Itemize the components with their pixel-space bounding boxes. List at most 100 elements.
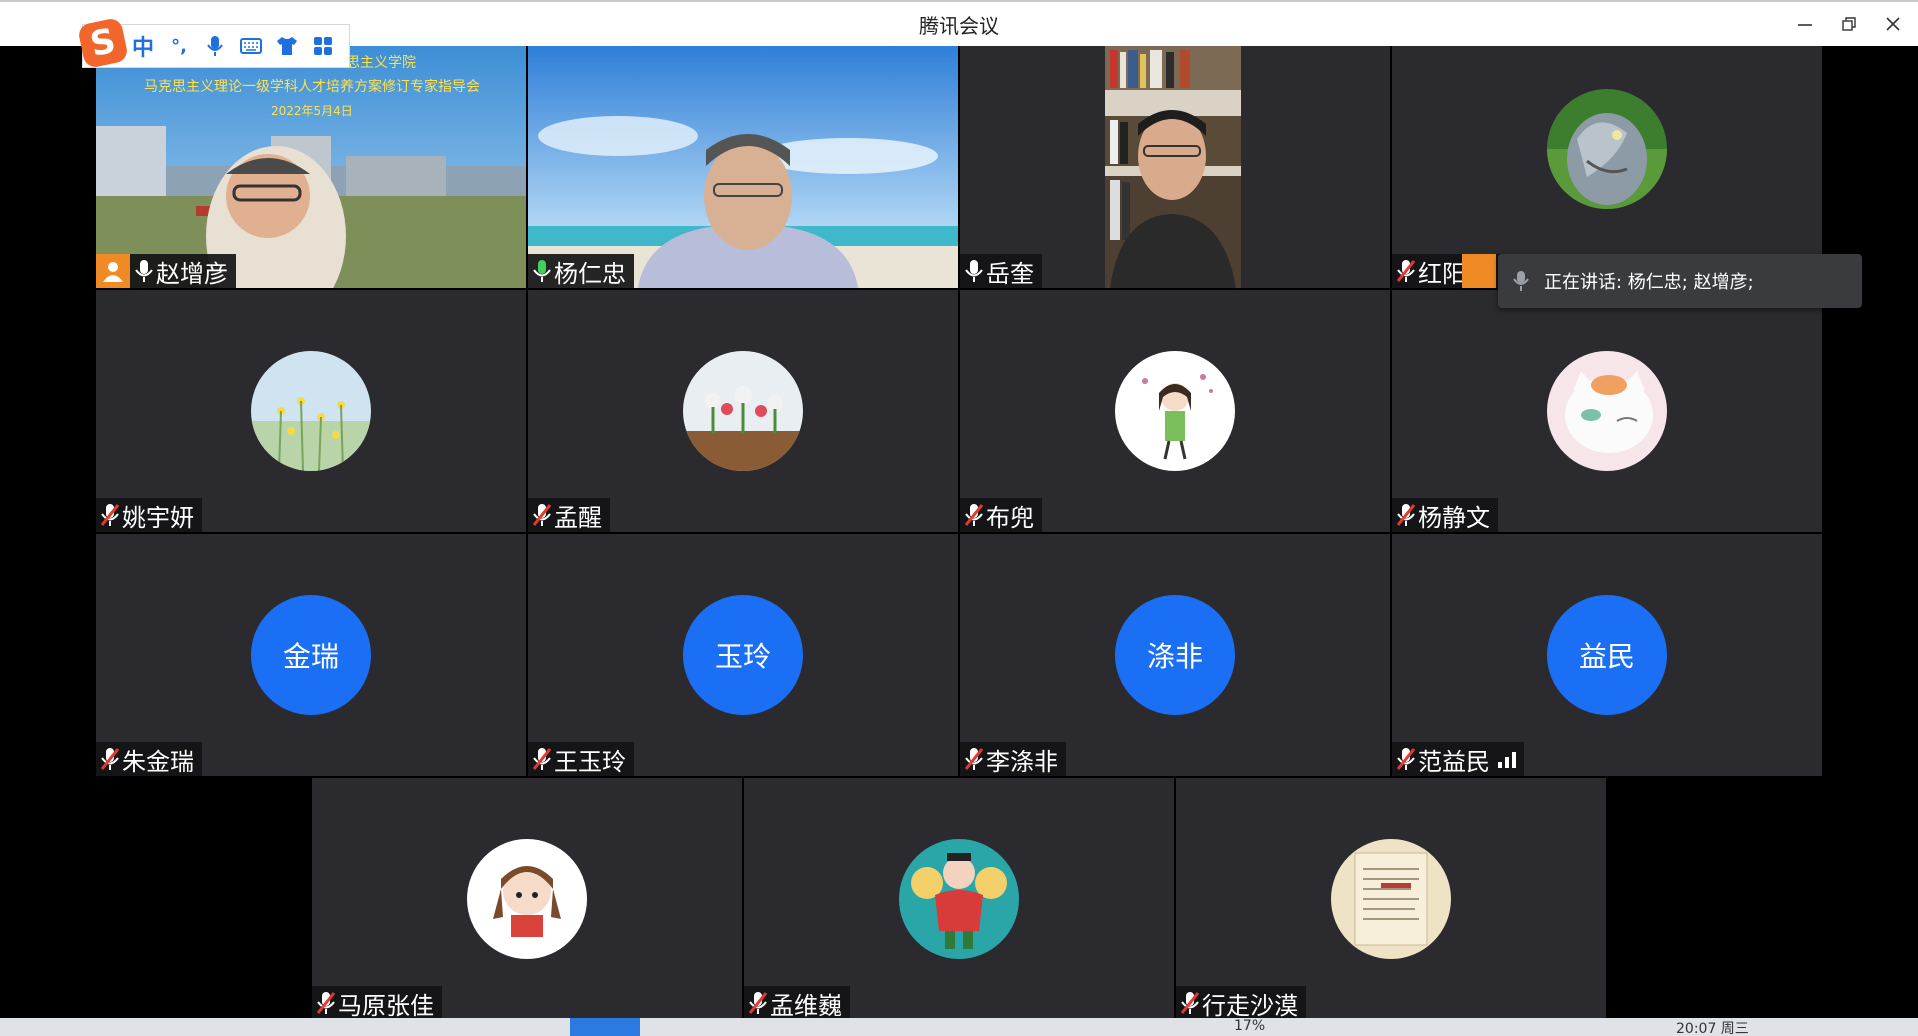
nameplate: 岳奎 <box>960 254 1042 288</box>
participant-name: 行走沙漠 <box>1202 991 1298 1020</box>
avatar-boy-fans <box>899 839 1019 959</box>
battery-level: 17% <box>1234 1018 1266 1034</box>
participant-name: 姚宇妍 <box>122 503 194 532</box>
avatar-doll <box>467 839 587 959</box>
participant-tile-mengxing[interactable]: 孟醒 <box>528 290 958 532</box>
avatar-cat <box>1547 351 1667 471</box>
participant-tile-mengweiwei[interactable]: 孟维巍 <box>744 778 1174 1020</box>
participant-tile-zhujinrui[interactable]: 金瑞 朱金瑞 <box>96 534 526 776</box>
avatar-initials: 涤非 <box>1115 595 1235 715</box>
slide-title-line1: 思主义学院 <box>346 55 416 71</box>
avatar-initials: 益民 <box>1547 595 1667 715</box>
nameplate: 姚宇妍 <box>96 498 202 532</box>
participant-name: 李涤非 <box>986 747 1058 776</box>
participant-name: 岳奎 <box>986 259 1034 288</box>
slide-title-line2: 马克思主义理论一级学科人才培养方案修订专家指导会 <box>144 79 480 95</box>
minimize-icon <box>1798 24 1812 26</box>
video-grid: 思主义学院 马克思主义理论一级学科人才培养方案修订专家指导会 2022年5月4日… <box>0 46 1918 1020</box>
mic-muted-icon <box>316 992 336 1014</box>
video-feed-ocean <box>528 46 958 288</box>
participant-name: 红阳 <box>1418 259 1466 288</box>
avatar-cartoon-girl <box>1115 351 1235 471</box>
participant-name: 孟醒 <box>554 503 602 532</box>
nameplate: 布兜 <box>960 498 1042 532</box>
participant-tile-yaoyuyan[interactable]: 姚宇妍 <box>96 290 526 532</box>
mic-muted-icon <box>964 504 984 526</box>
mic-muted-icon <box>748 992 768 1014</box>
ime-punct-toggle[interactable]: °, <box>161 31 197 61</box>
restore-button[interactable] <box>1827 2 1871 46</box>
mic-active-icon <box>533 260 551 282</box>
participant-tile-budou[interactable]: 布兜 <box>960 290 1390 532</box>
participant-name: 王玉玲 <box>554 747 626 776</box>
slide-date: 2022年5月4日 <box>271 104 353 118</box>
minimize-button[interactable] <box>1783 2 1827 46</box>
avatar-initials: 金瑞 <box>251 595 371 715</box>
mic-muted-icon <box>532 504 552 526</box>
mic-on-icon <box>965 260 983 282</box>
participant-tile-lidifei[interactable]: 涤非 李涤非 <box>960 534 1390 776</box>
video-feed-bookshelf <box>960 46 1390 288</box>
avatar-bird <box>1547 89 1667 209</box>
mic-muted-icon <box>100 748 120 770</box>
participant-name: 布兜 <box>986 503 1034 532</box>
network-signal-icon <box>1498 750 1516 768</box>
nameplate: 赵增彦 <box>96 254 236 288</box>
avatar-document <box>1331 839 1451 959</box>
mic-muted-icon <box>1396 260 1416 282</box>
mic-muted-icon <box>1396 504 1416 526</box>
sogou-logo-icon[interactable]: S <box>76 16 130 70</box>
mic-muted-icon <box>100 504 120 526</box>
mic-muted-icon <box>1180 992 1200 1014</box>
nameplate: 朱金瑞 <box>96 742 202 776</box>
nameplate: 红阳 <box>1392 254 1508 288</box>
mic-on-icon <box>135 260 153 282</box>
keyboard-icon[interactable] <box>233 31 269 61</box>
participant-name: 杨静文 <box>1418 503 1490 532</box>
participant-tile-fanyimin[interactable]: 益民 范益民 <box>1392 534 1822 776</box>
nameplate: 杨静文 <box>1392 498 1498 532</box>
mic-muted-icon <box>964 748 984 770</box>
participant-tile-yangrenzhong[interactable]: 杨仁忠 <box>528 46 958 288</box>
nameplate: 李涤非 <box>960 742 1066 776</box>
close-icon <box>1886 17 1900 31</box>
microphone-icon <box>1513 271 1529 291</box>
participant-tile-xingzoushamo[interactable]: 行走沙漠 <box>1176 778 1606 1020</box>
speaking-banner: 正在讲话: 杨仁忠; 赵增彦; <box>1498 254 1862 308</box>
speaking-text: 正在讲话: 杨仁忠; 赵增彦; <box>1544 272 1754 293</box>
nameplate: 孟维巍 <box>744 986 850 1020</box>
nameplate: 马原张佳 <box>312 986 442 1020</box>
avatar-initials: 玉玲 <box>683 595 803 715</box>
avatar-flowers-vase <box>683 351 803 471</box>
mic-muted-icon <box>532 748 552 770</box>
participant-name: 孟维巍 <box>770 991 842 1020</box>
host-user-icon <box>96 254 130 288</box>
taskbar: 17% 20:07 周三 <box>0 1018 1918 1036</box>
close-button[interactable] <box>1871 2 1915 46</box>
participant-tile-yangjingwen[interactable]: 杨静文 <box>1392 290 1822 532</box>
avatar-flowers-field <box>251 351 371 471</box>
participant-name: 杨仁忠 <box>554 259 626 288</box>
nameplate: 行走沙漠 <box>1176 986 1306 1020</box>
ime-toolbar[interactable]: S 中 °, <box>76 16 350 70</box>
participant-tile-zhaozengyan[interactable]: 思主义学院 马克思主义理论一级学科人才培养方案修订专家指导会 2022年5月4日… <box>96 46 526 288</box>
participant-tile-mayuanzhangjia[interactable]: 马原张佳 <box>312 778 742 1020</box>
participant-tile-yuekui[interactable]: 岳奎 <box>960 46 1390 288</box>
participant-name: 马原张佳 <box>338 991 434 1020</box>
participant-name: 朱金瑞 <box>122 747 194 776</box>
mic-muted-icon <box>1396 748 1416 770</box>
network-signal-icon <box>1462 254 1496 288</box>
skin-shirt-icon[interactable] <box>269 31 305 61</box>
nameplate: 范益民 <box>1392 742 1524 776</box>
participant-tile-wangyuling[interactable]: 玉玲 王玉玲 <box>528 534 958 776</box>
nameplate: 杨仁忠 <box>528 254 634 288</box>
taskbar-active-app[interactable] <box>570 1018 640 1036</box>
voice-input-icon[interactable] <box>197 31 233 61</box>
participant-tile-hongyang[interactable]: 红阳 <box>1392 46 1822 288</box>
toolbox-grid-icon[interactable] <box>305 31 341 61</box>
ime-mode-toggle[interactable]: 中 <box>125 31 161 61</box>
participant-name: 赵增彦 <box>156 259 228 288</box>
nameplate: 孟醒 <box>528 498 610 532</box>
clock: 20:07 周三 <box>1676 1021 1749 1036</box>
nameplate: 王玉玲 <box>528 742 634 776</box>
